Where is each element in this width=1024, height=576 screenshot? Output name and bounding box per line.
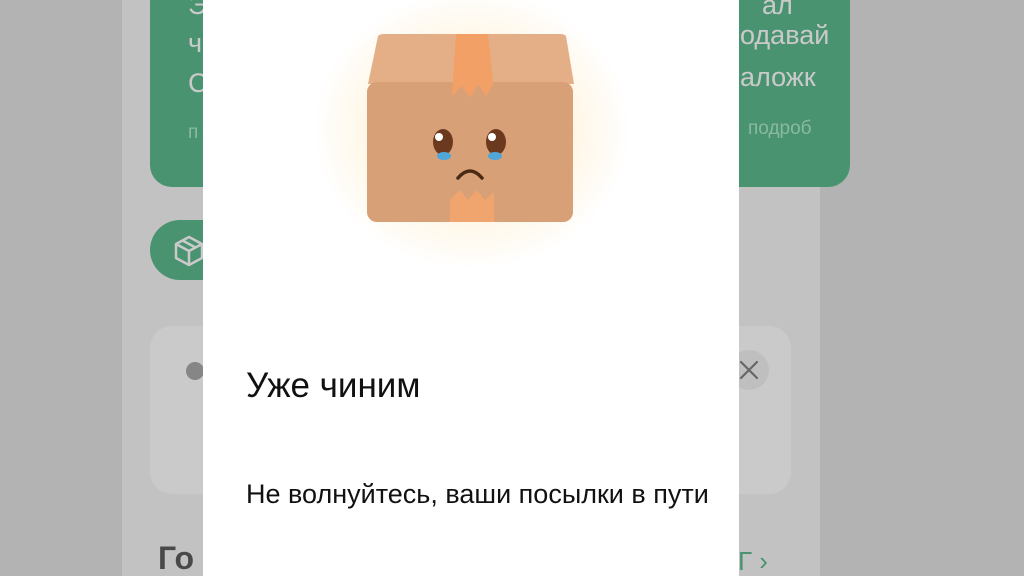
modal-title: Уже чиним: [246, 366, 421, 405]
modal-message: Не волнуйтесь, ваши посылки в пути: [246, 479, 709, 509]
screen: Э ал ч одавай С аложк п подроб Го Г › Уж…: [0, 0, 1024, 576]
sad-parcel-illustration: [312, 0, 632, 270]
sad-parcel-box-icon: [367, 34, 574, 222]
